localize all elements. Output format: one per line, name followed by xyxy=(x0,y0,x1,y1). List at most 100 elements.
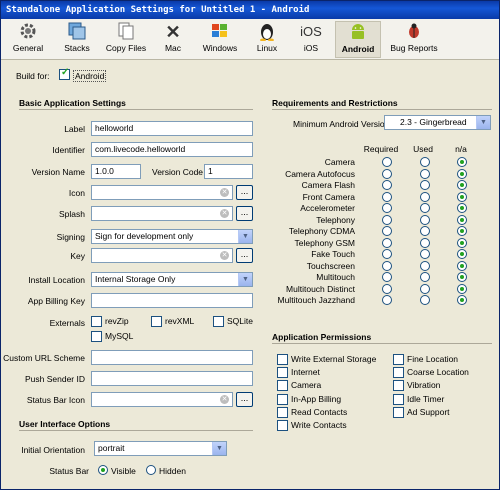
custom-url-scheme-field[interactable] xyxy=(91,350,253,365)
min-android-version-select[interactable]: 2.3 - Gingerbread ▼ xyxy=(384,115,491,130)
requirement-radio-required[interactable] xyxy=(382,272,392,282)
requirement-radio-required[interactable] xyxy=(382,237,392,248)
icon-browse-button[interactable]: ... xyxy=(236,185,253,200)
external-revzip-checkbox[interactable] xyxy=(91,316,102,327)
requirement-radio-required[interactable] xyxy=(382,249,392,259)
clear-icon[interactable]: ✕ xyxy=(220,188,229,197)
requirement-radio-used[interactable] xyxy=(420,272,430,282)
requirement-radio-used[interactable] xyxy=(420,283,430,294)
initial-orientation-select[interactable]: portrait ▼ xyxy=(94,441,227,456)
requirement-radio-required[interactable] xyxy=(382,260,392,271)
requirement-radio-required[interactable] xyxy=(382,283,392,294)
toolbar-general[interactable]: General xyxy=(5,21,51,58)
toolbar-android[interactable]: Android xyxy=(335,21,381,58)
requirement-radio-na[interactable] xyxy=(457,168,467,179)
requirement-label: Multitouch Distinct xyxy=(286,283,355,294)
requirement-radio-na[interactable] xyxy=(457,272,467,282)
install-location-select[interactable]: Internal Storage Only ▼ xyxy=(91,272,253,287)
permission-checkbox[interactable] xyxy=(277,380,288,392)
build-for-android-checkbox[interactable] xyxy=(59,67,70,80)
requirement-radio-used[interactable] xyxy=(420,214,430,225)
toolbar-windows[interactable]: Windows xyxy=(197,21,243,58)
permission-checkbox[interactable] xyxy=(393,380,404,392)
requirement-radio-required[interactable] xyxy=(382,168,392,179)
status-bar-icon-field[interactable]: ✕ xyxy=(91,392,233,407)
requirement-radio-used[interactable] xyxy=(420,249,430,259)
external-sqlite-checkbox[interactable] xyxy=(213,316,224,327)
label-field[interactable]: helloworld xyxy=(91,121,253,136)
requirement-radio-na[interactable] xyxy=(457,203,467,213)
permission-checkbox[interactable] xyxy=(277,354,288,365)
signing-select[interactable]: Sign for development only ▼ xyxy=(91,229,253,244)
external-mysql-checkbox[interactable] xyxy=(91,331,102,342)
requirement-radio-required[interactable] xyxy=(382,157,392,167)
requirement-radio-na[interactable] xyxy=(457,295,467,305)
column-required: Required xyxy=(363,144,399,154)
permission-checkbox[interactable] xyxy=(277,367,288,379)
requirement-radio-used[interactable] xyxy=(420,157,430,167)
clear-icon[interactable]: ✕ xyxy=(220,395,229,404)
push-sender-id-field[interactable] xyxy=(91,371,253,386)
requirement-radio-used[interactable] xyxy=(420,260,430,271)
requirement-radio-required[interactable] xyxy=(382,180,392,190)
permission-checkbox[interactable] xyxy=(393,393,404,405)
requirement-label: Telephony CDMA xyxy=(288,226,355,236)
requirement-radio-na[interactable] xyxy=(457,237,467,248)
requirement-radio-na[interactable] xyxy=(457,260,467,271)
mac-icon: ✕ xyxy=(165,22,181,42)
requirement-radio-used[interactable] xyxy=(420,295,430,305)
splash-path-field[interactable]: ✕ xyxy=(91,206,233,221)
key-path-field[interactable]: ✕ xyxy=(91,248,233,263)
toolbar-linux[interactable]: Linux xyxy=(247,21,287,58)
signing-label: Signing xyxy=(56,232,85,242)
permission-checkbox[interactable] xyxy=(393,367,404,379)
toolbar-copy-files[interactable]: Copy Files xyxy=(103,21,149,58)
status-bar-visible-radio[interactable] xyxy=(98,465,108,475)
icon-path-field[interactable]: ✕ xyxy=(91,185,233,200)
identifier-field[interactable]: com.livecode.helloworld xyxy=(91,142,253,157)
permission-checkbox[interactable] xyxy=(393,406,404,418)
permission-checkbox[interactable] xyxy=(277,420,288,431)
column-na: n/a xyxy=(455,144,467,154)
requirement-radio-used[interactable] xyxy=(420,180,430,190)
toolbar-bug-reports[interactable]: Bug Reports xyxy=(387,21,441,58)
permission-checkbox[interactable] xyxy=(277,393,288,405)
version-code-field[interactable]: 1 xyxy=(204,164,253,179)
status-bar-icon-browse-button[interactable]: ... xyxy=(236,392,253,407)
requirement-radio-used[interactable] xyxy=(420,191,430,202)
clear-icon[interactable]: ✕ xyxy=(220,209,229,218)
toolbar-stacks[interactable]: Stacks xyxy=(56,21,98,58)
requirement-radio-na[interactable] xyxy=(457,157,467,167)
splash-browse-button[interactable]: ... xyxy=(236,206,253,221)
key-browse-button[interactable]: ... xyxy=(236,248,253,263)
toolbar-ios[interactable]: iOS iOS xyxy=(291,21,331,58)
requirement-radio-required[interactable] xyxy=(382,214,392,225)
requirement-radio-required[interactable] xyxy=(382,295,392,305)
app-billing-key-field[interactable] xyxy=(91,293,253,308)
copy-files-icon xyxy=(103,21,149,43)
requirement-radio-na[interactable] xyxy=(457,226,467,236)
requirement-radio-na[interactable] xyxy=(457,180,467,190)
version-name-field[interactable]: 1.0.0 xyxy=(91,164,141,179)
requirement-label: Touchscreen xyxy=(306,260,355,271)
clear-icon[interactable]: ✕ xyxy=(220,251,229,260)
external-revxml-checkbox[interactable] xyxy=(151,316,162,327)
requirement-radio-used[interactable] xyxy=(420,226,430,236)
requirement-radio-required[interactable] xyxy=(382,203,392,213)
requirement-radio-na[interactable] xyxy=(457,214,467,225)
chevron-down-icon: ▼ xyxy=(476,116,490,129)
requirement-radio-required[interactable] xyxy=(382,226,392,236)
requirement-radio-required[interactable] xyxy=(382,191,392,202)
permission-checkbox[interactable] xyxy=(393,354,404,365)
requirement-radio-used[interactable] xyxy=(420,203,430,213)
permission-checkbox[interactable] xyxy=(277,406,288,418)
toolbar-mac[interactable]: ✕ Mac xyxy=(153,21,193,58)
requirement-radio-used[interactable] xyxy=(420,168,430,179)
requirement-radio-na[interactable] xyxy=(457,283,467,294)
requirement-radio-na[interactable] xyxy=(457,249,467,259)
window-title: Standalone Application Settings for Unti… xyxy=(1,1,499,19)
requirement-radio-used[interactable] xyxy=(420,237,430,248)
requirement-radio-na[interactable] xyxy=(457,191,467,202)
status-bar-label: Status Bar xyxy=(49,466,89,476)
status-bar-hidden-radio[interactable] xyxy=(146,465,156,475)
